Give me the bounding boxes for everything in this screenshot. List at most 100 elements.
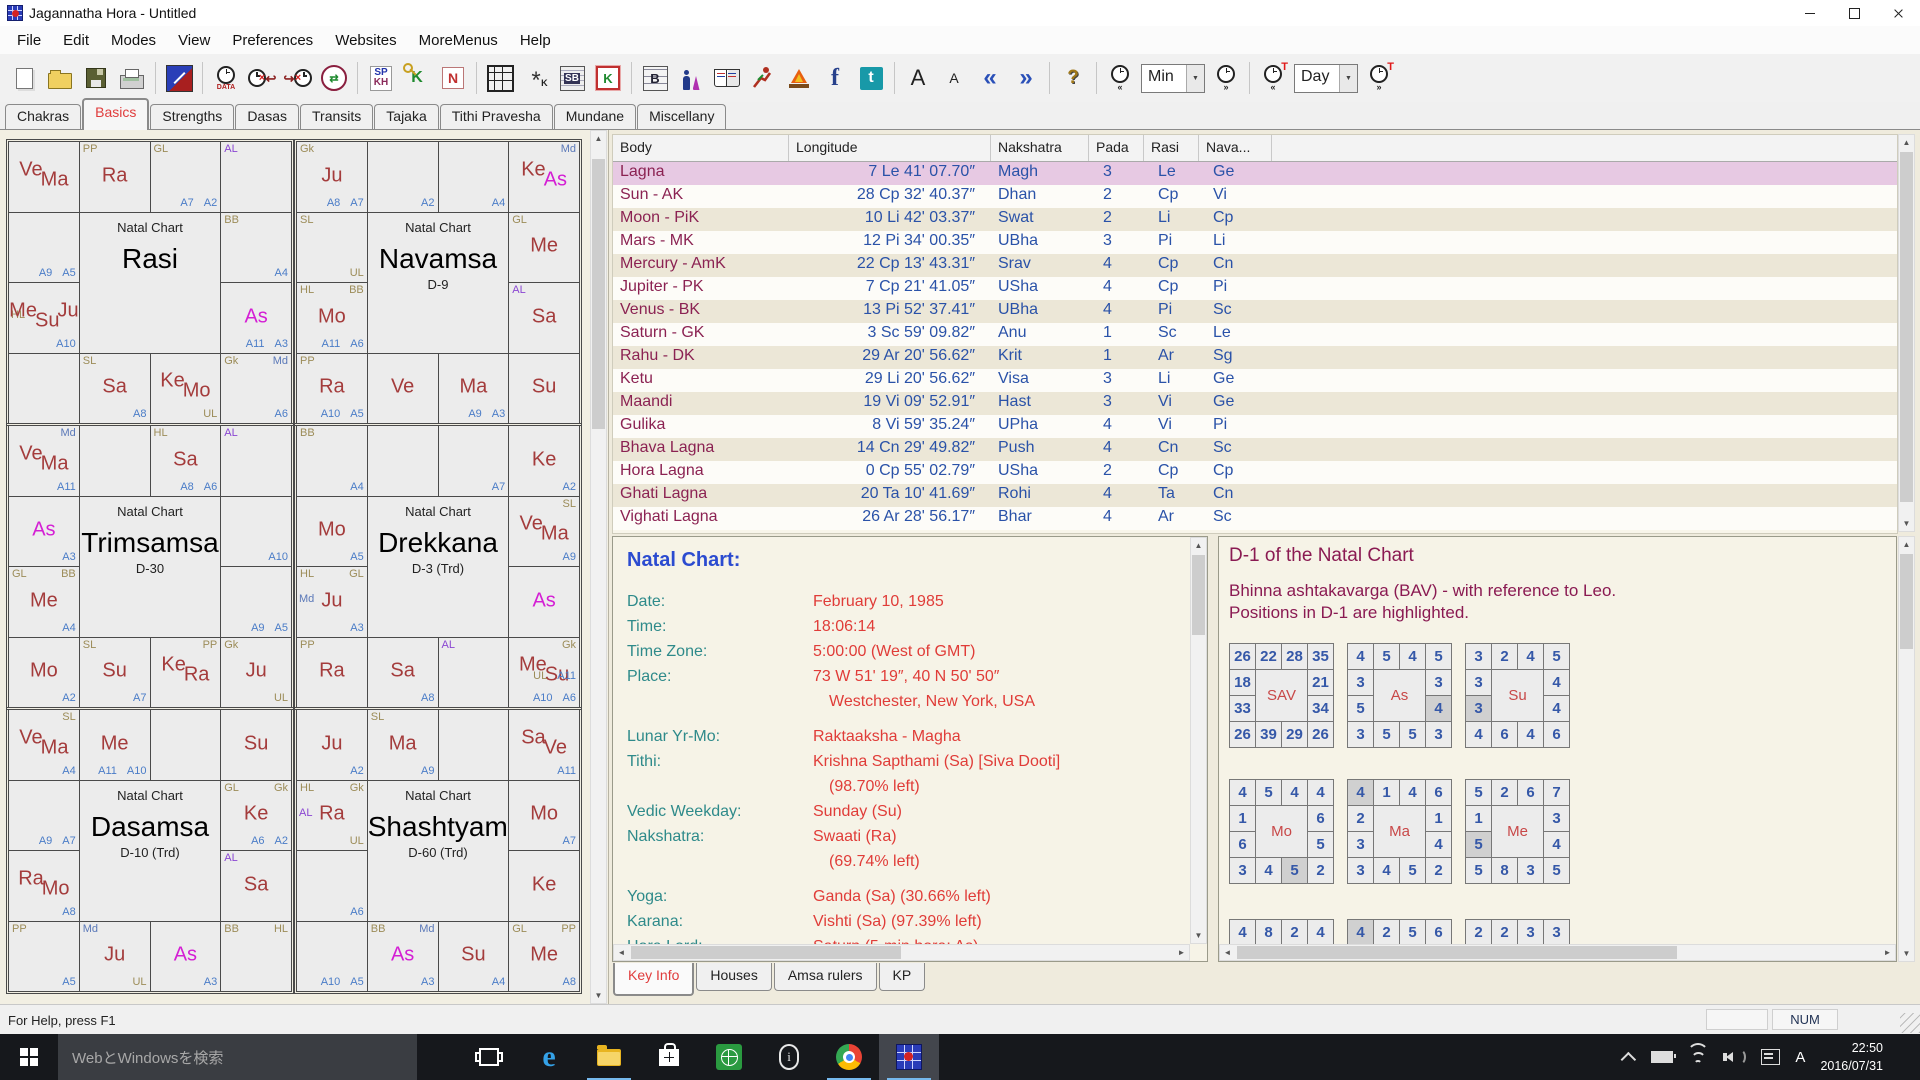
jhora-button[interactable] (879, 1034, 939, 1080)
tab-tajaka[interactable]: Tajaka (374, 104, 438, 130)
scroll-thumb[interactable] (1192, 555, 1205, 635)
table-row-jupiter-pk[interactable]: Jupiter - PK7 Cp 21' 41.05″USha4CpPi (613, 277, 1897, 300)
tab-houses[interactable]: Houses (696, 963, 771, 991)
twitter-button[interactable]: t (853, 59, 889, 97)
table-row-gulika[interactable]: Gulika8 Vi 59' 35.24″UPha4ViPi (613, 415, 1897, 438)
column-nava[interactable]: Nava... (1199, 135, 1272, 161)
table-row-mars-mk[interactable]: Mars - MK12 Pi 34' 00.35″UBha3PiLi (613, 231, 1897, 254)
menu-moremenus[interactable]: MoreMenus (408, 29, 509, 52)
scroll-thumb[interactable] (1900, 554, 1913, 649)
scroll-up-button[interactable] (1899, 537, 1914, 552)
dropdown-arrow-icon[interactable] (1186, 65, 1204, 92)
font-increase-button[interactable]: A (900, 59, 936, 97)
save-button[interactable] (78, 59, 114, 97)
kp-key-button[interactable]: K (399, 59, 435, 97)
notes-button[interactable]: N (435, 59, 471, 97)
scroll-thumb[interactable] (1900, 152, 1913, 502)
scroll-right-button[interactable] (1880, 945, 1895, 960)
scroll-down-button[interactable] (1899, 946, 1914, 961)
next-view-button[interactable]: » (1008, 59, 1044, 97)
tab-dasas[interactable]: Dasas (235, 104, 299, 130)
table-row-bhava-lagna[interactable]: Bhava Lagna14 Cn 29' 49.82″Push4CnSc (613, 438, 1897, 461)
key-info-hscrollbar[interactable] (613, 944, 1190, 961)
table-row-sun-ak[interactable]: Sun - AK28 Cp 32' 40.37″Dhan2CpVi (613, 185, 1897, 208)
dropdown-arrow-icon[interactable] (1339, 65, 1357, 92)
timezone-button[interactable]: ⇄ (316, 59, 352, 97)
print-button[interactable] (114, 59, 150, 97)
help-button[interactable]: ? (1055, 59, 1091, 97)
data-time-button[interactable]: DATA (208, 59, 244, 97)
tab-tithi-pravesha[interactable]: Tithi Pravesha (440, 104, 553, 130)
menu-preferences[interactable]: Preferences (221, 29, 324, 52)
minimize-button[interactable] (1788, 0, 1832, 26)
scroll-down-button[interactable] (1899, 516, 1914, 531)
undo-time-button[interactable]: ↩× (244, 59, 280, 97)
facebook-button[interactable]: f (817, 59, 853, 97)
bav-vscrollbar[interactable] (1898, 536, 1915, 962)
scroll-left-button[interactable] (614, 945, 629, 960)
previous-view-button[interactable]: « (972, 59, 1008, 97)
tab-key-info[interactable]: Key Info (613, 963, 694, 996)
compatibility-button[interactable] (673, 59, 709, 97)
close-button[interactable] (1876, 0, 1920, 26)
charts-scrollbar[interactable] (590, 130, 607, 1004)
key-info-vscrollbar[interactable] (1190, 537, 1207, 944)
tab-kp[interactable]: KP (879, 963, 926, 991)
tab-mundane[interactable]: Mundane (554, 104, 636, 130)
tab-miscellany[interactable]: Miscellany (637, 104, 726, 130)
table-row-maandi[interactable]: Maandi19 Vi 09' 52.91″Hast3ViGe (613, 392, 1897, 415)
store-button[interactable] (639, 1034, 699, 1080)
menu-view[interactable]: View (167, 29, 221, 52)
ime-indicator[interactable]: A (1795, 1049, 1805, 1066)
table-row-rahu-dk[interactable]: Rahu - DK29 Ar 20' 56.62″Krit1ArSg (613, 346, 1897, 369)
bav-hscrollbar[interactable] (1219, 944, 1896, 961)
start-button[interactable] (0, 1034, 58, 1080)
green-app-button[interactable] (699, 1034, 759, 1080)
menu-file[interactable]: File (6, 29, 52, 52)
muhurta-button[interactable] (745, 59, 781, 97)
kota-chakra-button[interactable]: K (590, 59, 626, 97)
table-row-moon-pik[interactable]: Moon - PiK10 Li 42' 03.37″Swat2LiCp (613, 208, 1897, 231)
scroll-down-button[interactable] (1191, 928, 1206, 943)
wifi-icon[interactable] (1688, 1050, 1708, 1065)
time-forward-button[interactable]: » (1208, 59, 1244, 97)
column-body[interactable]: Body (613, 135, 789, 161)
menu-help[interactable]: Help (509, 29, 562, 52)
menu-edit[interactable]: Edit (52, 29, 100, 52)
scroll-down-button[interactable] (591, 988, 606, 1003)
transit-rewind-button[interactable]: «T (1255, 59, 1291, 97)
table-row-ketu[interactable]: Ketu29 Li 20' 56.62″Visa3LiGe (613, 369, 1897, 392)
transit-forward-button[interactable]: »T (1361, 59, 1397, 97)
table-row-ghati-lagna[interactable]: Ghati Lagna20 Ta 10' 41.69″Rohi4TaCn (613, 484, 1897, 507)
time-step-combo[interactable]: Min (1141, 64, 1205, 93)
file-explorer-button[interactable] (579, 1034, 639, 1080)
taskbar-clock[interactable]: 22:50 2016/07/31 (1820, 1039, 1887, 1075)
hidden-icons-chevron-icon[interactable] (1621, 1051, 1637, 1067)
time-rewind-button[interactable]: « (1102, 59, 1138, 97)
column-pada[interactable]: Pada (1089, 135, 1144, 161)
column-nakshatra[interactable]: Nakshatra (991, 135, 1089, 161)
tab-basics[interactable]: Basics (82, 98, 149, 130)
edge-button[interactable] (519, 1034, 579, 1080)
battery-icon[interactable] (1651, 1051, 1673, 1063)
redo-time-button[interactable]: ↪× (280, 59, 316, 97)
homa-button[interactable] (781, 59, 817, 97)
taskbar-search-box[interactable]: WebとWindowsを検索 (58, 1034, 417, 1080)
chrome-button[interactable] (819, 1034, 879, 1080)
sp-kh-button[interactable]: SPKH (363, 59, 399, 97)
action-center-icon[interactable] (1761, 1049, 1780, 1065)
panchanga-reader-button[interactable] (709, 59, 745, 97)
table-row-venus-bk[interactable]: Venus - BK13 Pi 52' 37.41″UBha4PiSc (613, 300, 1897, 323)
scroll-left-button[interactable] (1220, 945, 1235, 960)
volume-icon[interactable] (1723, 1049, 1746, 1065)
table-row-lagna[interactable]: Lagna7 Le 41' 07.70″Magh3LeGe (613, 162, 1897, 185)
maximize-button[interactable] (1832, 0, 1876, 26)
table-row-hora-lagna[interactable]: Hora Lagna0 Cp 55' 02.79″USha2CpCp (613, 461, 1897, 484)
menu-websites[interactable]: Websites (324, 29, 407, 52)
task-view-button[interactable] (459, 1034, 519, 1080)
bhava-chart-button[interactable]: B (637, 59, 673, 97)
kala-button[interactable]: *K (518, 59, 554, 97)
resize-grip[interactable] (1900, 1013, 1920, 1033)
tab-amsa-rulers[interactable]: Amsa rulers (774, 963, 877, 991)
font-decrease-button[interactable]: A (936, 59, 972, 97)
